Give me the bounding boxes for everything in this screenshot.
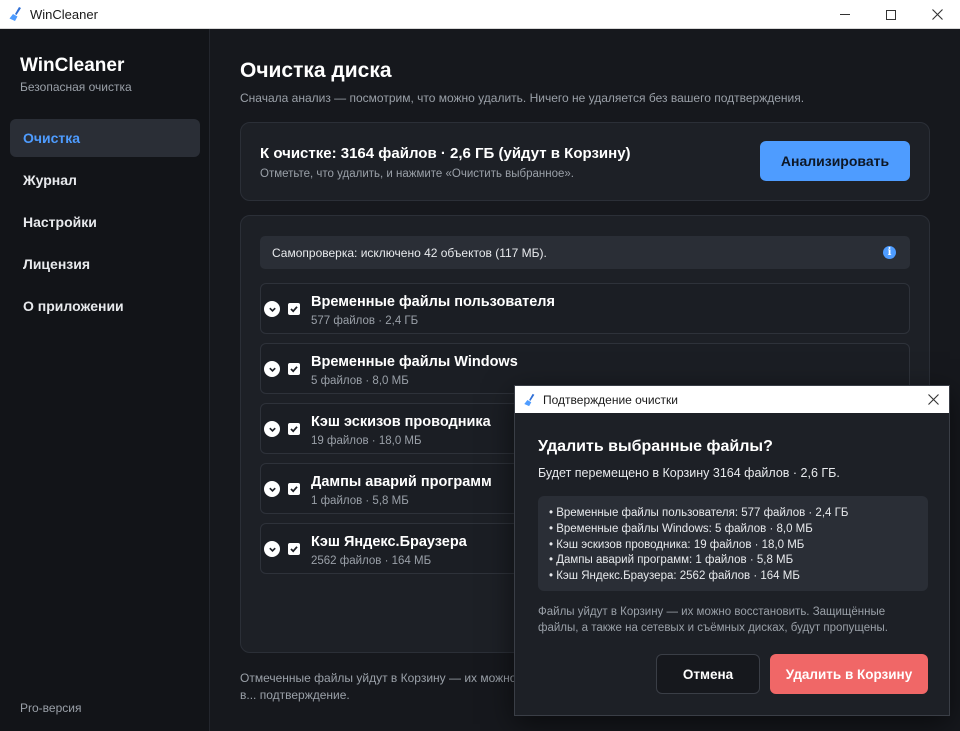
selfcheck-banner: Самопроверка: исключено 42 объектов (117… xyxy=(260,236,910,269)
selfcheck-text: Самопроверка: исключено 42 объектов (117… xyxy=(272,245,547,260)
minimize-icon xyxy=(840,14,850,15)
category-checkbox[interactable] xyxy=(288,303,300,315)
close-window-button[interactable] xyxy=(914,0,960,29)
window-titlebar: WinCleaner xyxy=(0,0,960,29)
cancel-button[interactable]: Отмена xyxy=(656,654,760,694)
check-icon xyxy=(290,486,298,493)
page-subtitle: Сначала анализ — посмотрим, что можно уд… xyxy=(240,91,805,105)
category-meta: 19 файлов · 18,0 МБ xyxy=(311,435,422,447)
check-icon xyxy=(290,366,298,373)
list-item: • Кэш эскизов проводника: 19 файлов · 18… xyxy=(549,538,805,551)
dialog-heading: Удалить выбранные файлы? xyxy=(538,438,773,455)
list-item: • Временные файлы пользователя: 577 файл… xyxy=(549,507,849,519)
list-item: • Кэш Яндекс.Браузера: 2562 файлов · 164… xyxy=(549,570,800,583)
sidebar-item-cleanup[interactable]: Очистка xyxy=(10,119,200,157)
category-name: Кэш Яндекс.Браузера xyxy=(311,534,467,550)
window-title: WinCleaner xyxy=(30,6,98,22)
dialog-description: Будет перемещено в Корзину 3164 файлов ·… xyxy=(538,466,840,480)
category-checkbox[interactable] xyxy=(288,543,300,555)
info-icon[interactable]: i xyxy=(883,246,896,259)
category-meta: 577 файлов · 2,4 ГБ xyxy=(311,315,419,327)
check-icon xyxy=(290,546,298,553)
maximize-button[interactable] xyxy=(868,0,914,29)
summary-hint: Отметьте, что удалить, и нажмите «Очисти… xyxy=(260,168,574,180)
chevron-down-icon[interactable] xyxy=(264,481,280,497)
chevron-down-icon[interactable] xyxy=(264,421,280,437)
category-name: Временные файлы Windows xyxy=(311,354,518,370)
dialog-titlebar: Подтверждение очистки xyxy=(515,386,949,413)
chevron-down-icon[interactable] xyxy=(264,541,280,557)
category-meta: 1 файлов · 5,8 МБ xyxy=(311,495,409,507)
category-name: Кэш эскизов проводника xyxy=(311,414,491,430)
maximize-icon xyxy=(886,9,896,20)
dialog-note: Файлы уйдут в Корзину — их можно восстан… xyxy=(538,606,888,634)
category-checkbox[interactable] xyxy=(288,483,300,495)
check-icon xyxy=(290,426,298,433)
category-name: Дампы аварий программ xyxy=(311,474,492,490)
delete-to-recycle-bin-button[interactable]: Удалить в Корзину xyxy=(770,654,928,694)
broom-icon xyxy=(524,393,535,406)
category-checkbox[interactable] xyxy=(288,423,300,435)
page-title: Очистка диска xyxy=(240,59,392,82)
summary-title: К очистке: 3164 файлов · 2,6 ГБ (уйдут в… xyxy=(260,145,631,162)
sidebar-nav: Очистка Журнал Настройки Лицензия О прил… xyxy=(10,119,200,329)
category-name: Временные файлы пользователя xyxy=(311,294,555,310)
category-checkbox[interactable] xyxy=(288,363,300,375)
list-item: • Дампы аварий программ: 1 файлов · 5,8 … xyxy=(549,554,794,567)
dialog-close-button[interactable] xyxy=(925,391,941,407)
sidebar-item-license[interactable]: Лицензия xyxy=(10,245,200,283)
dialog-file-list: • Временные файлы пользователя: 577 файл… xyxy=(538,496,928,591)
sidebar: WinCleaner Безопасная очистка Очистка Жу… xyxy=(0,29,210,731)
broom-icon xyxy=(9,7,21,21)
close-icon xyxy=(931,9,943,20)
pro-version-label: Pro-версия xyxy=(20,701,82,715)
category-meta: 2562 файлов · 164 МБ xyxy=(311,555,432,567)
confirm-dialog: Подтверждение очистки Удалить выбранные … xyxy=(514,385,950,716)
category-row[interactable]: Временные файлы пользователя 577 файлов … xyxy=(260,283,910,334)
list-item: • Временные файлы Windows: 5 файлов · 8,… xyxy=(549,522,813,535)
chevron-down-icon[interactable] xyxy=(264,301,280,317)
window-controls xyxy=(822,0,960,29)
close-icon xyxy=(927,393,939,405)
brand-subtitle: Безопасная очистка xyxy=(20,80,132,94)
sidebar-item-settings[interactable]: Настройки xyxy=(10,203,200,241)
sidebar-item-about[interactable]: О приложении xyxy=(10,287,200,325)
footnote: Отмеченные файлы уйдут в Корзину — их мо… xyxy=(240,671,517,702)
category-meta: 5 файлов · 8,0 МБ xyxy=(311,375,409,387)
summary-card: К очистке: 3164 файлов · 2,6 ГБ (уйдут в… xyxy=(240,122,930,201)
chevron-down-icon[interactable] xyxy=(264,361,280,377)
analyze-button[interactable]: Анализировать xyxy=(760,141,910,181)
dialog-title: Подтверждение очистки xyxy=(543,392,678,407)
minimize-button[interactable] xyxy=(822,0,868,29)
check-icon xyxy=(290,306,298,313)
brand-name: WinCleaner xyxy=(20,55,125,76)
sidebar-item-journal[interactable]: Журнал xyxy=(10,161,200,199)
